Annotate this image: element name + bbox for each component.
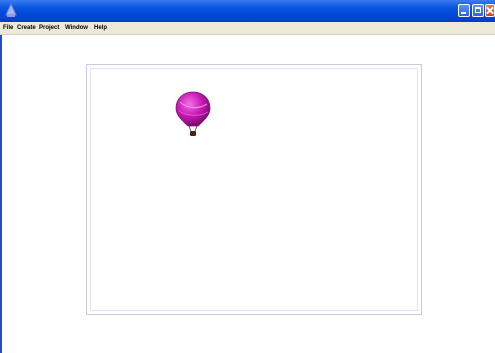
app-icon [5,3,17,17]
stage-canvas[interactable] [86,64,422,315]
menu-create[interactable]: Create [17,23,36,33]
menu-window[interactable]: Window [65,23,88,33]
menu-file[interactable]: File [3,23,13,33]
menu-bar: File Create Project Window Help [0,22,495,35]
maximize-button[interactable] [472,4,484,17]
window-left-border [0,35,2,353]
close-button[interactable] [485,4,495,17]
stage-inner-frame [90,68,418,311]
menu-project[interactable]: Project [39,23,59,33]
balloon-icon[interactable] [174,90,212,138]
minimize-button[interactable] [458,4,470,17]
title-bar[interactable] [0,0,495,22]
menu-help[interactable]: Help [94,23,107,33]
